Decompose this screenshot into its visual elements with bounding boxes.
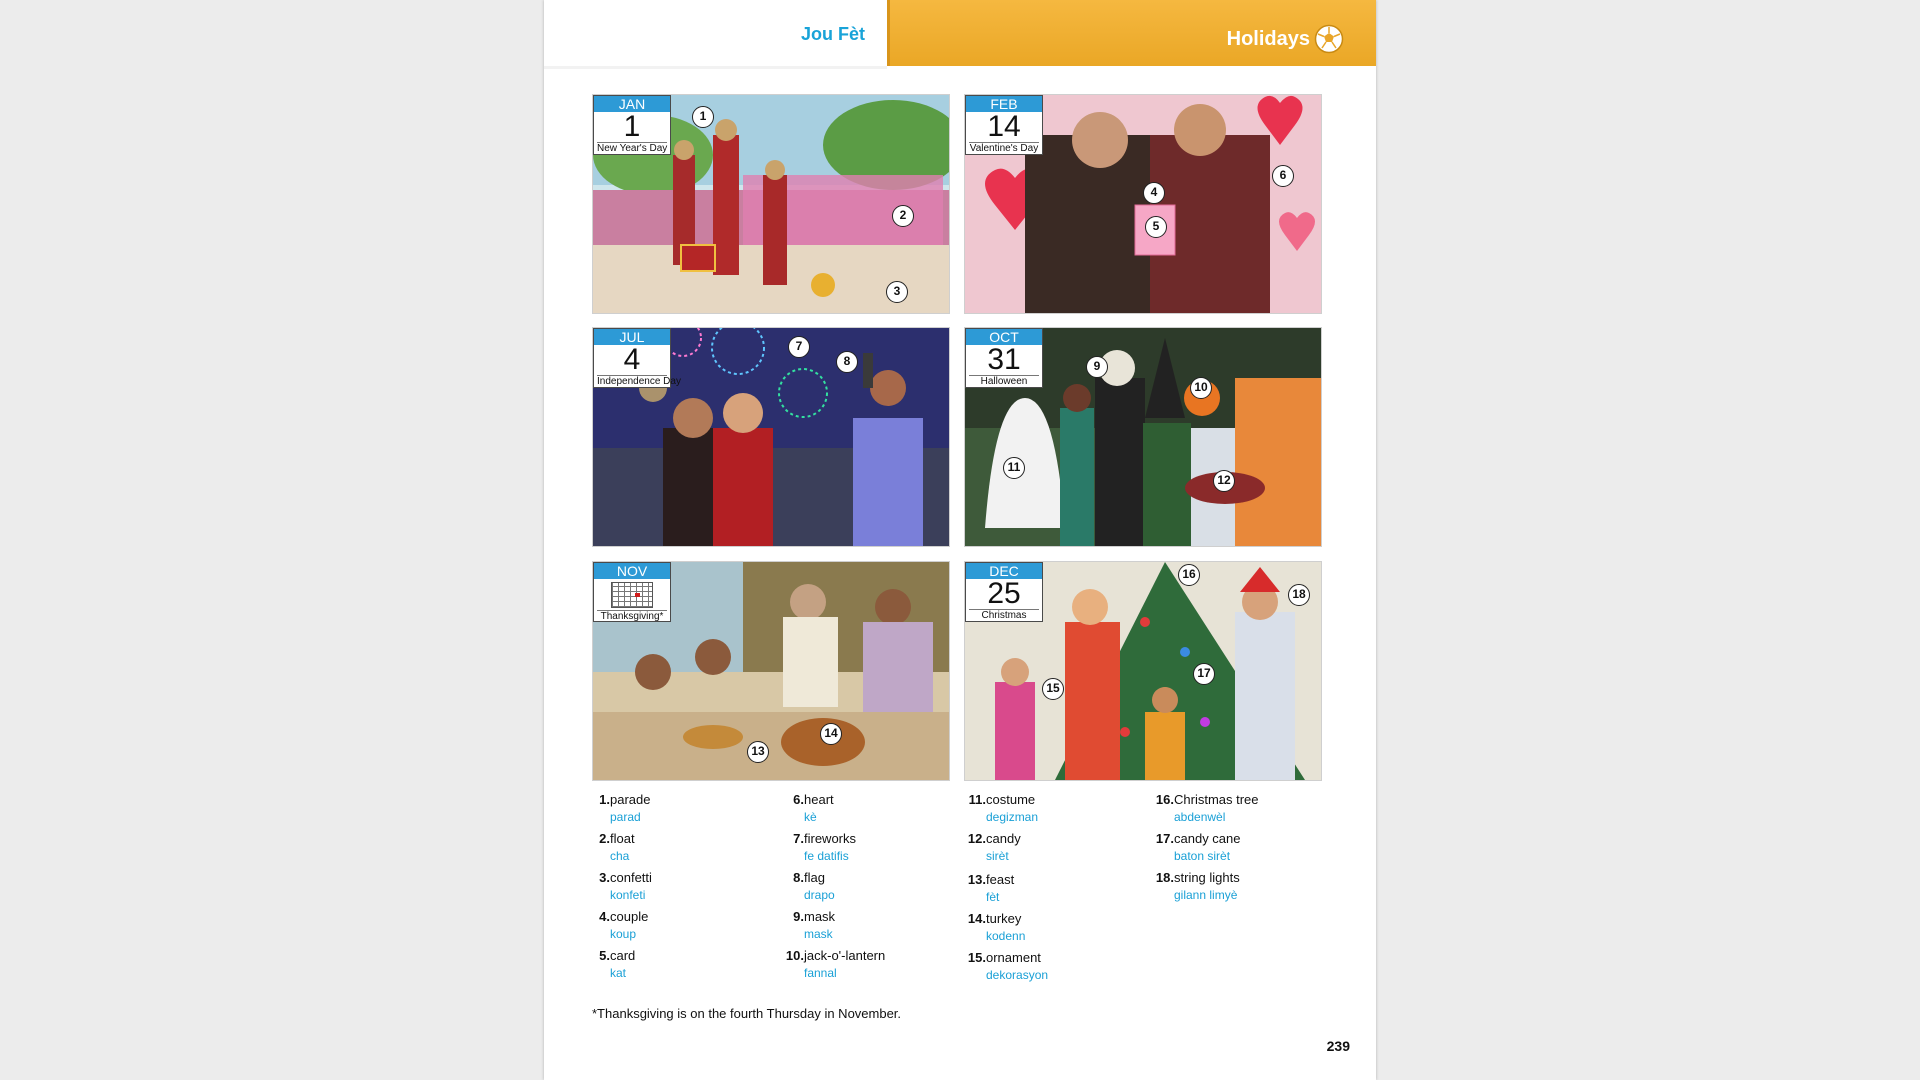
soccer-ball-icon [1314,24,1344,54]
callout-marker: 15 [1042,678,1064,700]
vocab-item: 10. jack-o'-lantern fannal [785,948,886,980]
calendar-day: 14 [987,110,1021,143]
panel-thanksgiving: NOV Thanksgiving* 13 14 [592,561,950,781]
callout-marker: 1 [692,106,714,128]
calendar-holiday-name: Independence Day [597,375,681,387]
calendar-holiday-name: Thanksgiving* [597,610,667,623]
callout-marker: 10 [1190,377,1212,399]
vocab-item: 5. card kat [599,948,636,980]
vocab-item: 12. candy sirèt [967,831,1021,863]
calendar-holiday-name: New Year's Day [597,142,668,154]
vocab-item: 13. feast fèt [967,872,1015,904]
calendar-badge: FEB 14 Valentine's Day [965,95,1043,155]
calendar-month: NOV [594,563,670,579]
vocab-item: 8. flag drapo [793,870,835,902]
header-title-english: Holidays [1226,28,1310,50]
panel-valentines-day: FEB 14 Valentine's Day 4 5 6 [964,94,1322,314]
callout-marker: 12 [1213,470,1235,492]
calendar-badge: DEC 25 Christmas [965,562,1043,622]
footnote: *Thanksgiving is on the fourth Thursday … [592,1006,902,1021]
callout-marker: 8 [836,351,858,373]
calendar-badge: NOV Thanksgiving* [593,562,671,622]
calendar-badge: JAN 1 New Year's Day [593,95,671,155]
vocab-column-3: 11. costume degizman 12. candy sirèt 13. feas… [968,792,1148,989]
panel-christmas: DEC 25 Christmas 15 16 17 18 [964,561,1322,781]
vocab-item: 6. heart kè [793,792,834,824]
vocab-item: 2. float cha [599,831,635,863]
vocab-item: 11. costume degizman [968,792,1039,824]
callout-marker: 9 [1086,356,1108,378]
textbook-page: Jou Fèt Holidays JAN 1 New Year's Day 1 … [544,0,1376,1080]
calendar-badge: OCT 31 Halloween [965,328,1043,388]
calendar-holiday-name: Valentine's Day [969,142,1039,154]
panel-new-years-day: JAN 1 New Year's Day 1 2 3 [592,94,950,314]
callout-marker: 13 [747,741,769,763]
vocab-item: 16. Christmas tree abdenwèl [1155,792,1259,824]
vocab-item: 17. candy cane baton sirèt [1155,831,1241,863]
callout-marker: 18 [1288,584,1310,606]
header-left: Jou Fèt [544,0,887,69]
calendar-holiday-name: Halloween [969,375,1039,388]
vocab-item: 9. mask mask [793,909,836,941]
page-number: 239 [1326,1038,1350,1054]
callout-marker: 3 [886,281,908,303]
calendar-holiday-name: Christmas [969,609,1039,622]
vocab-item: 14. turkey kodenn [967,911,1026,943]
calendar-day: 25 [987,577,1021,610]
callout-marker: 16 [1178,564,1200,586]
calendar-day: 4 [623,343,641,376]
callout-marker: 7 [788,336,810,358]
vocab-item: 1. parade parad [599,792,651,824]
vocab-item: 18. string lights gilann limyè [1155,870,1240,902]
panel-halloween: OCT 31 Halloween 9 10 11 12 [964,327,1322,547]
vocab-item: 7. fireworks fe datifis [793,831,857,863]
vocab-item: 4. couple koup [599,909,649,941]
callout-marker: 14 [820,723,842,745]
calendar-day: 1 [623,110,641,143]
callout-marker: 6 [1272,165,1294,187]
panel-independence-day: JUL 4 Independence Day 7 8 [592,327,950,547]
callout-marker: 17 [1193,663,1215,685]
vocab-column-2: 6. heart kè 7. fireworks fe datifis 8. flag dr… [786,792,966,987]
callout-marker: 2 [892,205,914,227]
vocab-item: 3. confetti konfeti [599,870,652,902]
callout-marker: 5 [1145,216,1167,238]
calendar-badge: JUL 4 Independence Day [593,328,681,388]
header-title-creole: Jou Fèt [800,24,865,44]
calendar-grid-icon [611,582,653,608]
vocab-item: 15. ornament dekorasyon [967,950,1049,982]
vocab-column-4: 16. Christmas tree abdenwèl 17. candy cane b… [1156,792,1356,909]
callout-marker: 4 [1143,182,1165,204]
calendar-day: 31 [987,343,1021,376]
vocab-column-1: 1. parade parad 2. float cha 3. confetti konfe… [592,792,782,987]
callout-marker: 11 [1003,457,1025,479]
header-banner: Holidays [887,0,1376,66]
